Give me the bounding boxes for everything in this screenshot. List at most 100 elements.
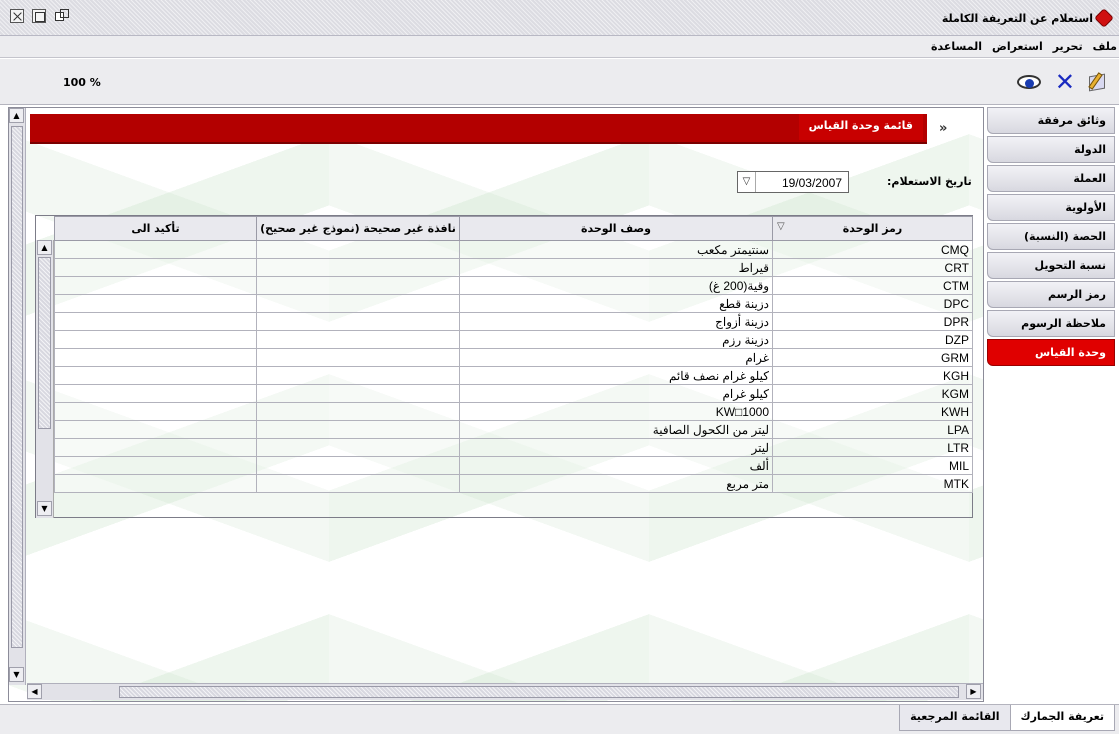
invalid-window-cell[interactable] xyxy=(256,384,460,403)
side-tab-7[interactable]: رمز الرسم xyxy=(987,281,1115,308)
side-tab-1[interactable]: وثائق مرفقة xyxy=(987,107,1115,134)
zoom-level[interactable]: 100 % xyxy=(63,76,101,89)
scroll-left-icon[interactable]: ◀ xyxy=(27,684,42,699)
invalid-window-cell[interactable] xyxy=(256,240,460,259)
sort-icon[interactable]: ▽ xyxy=(777,221,785,232)
confirm-to-cell[interactable] xyxy=(54,366,257,385)
menu-view[interactable]: استعراض xyxy=(992,40,1043,53)
table-row[interactable]: MTK متر مربع xyxy=(54,474,973,493)
confirm-to-cell[interactable] xyxy=(54,348,257,367)
invalid-window-cell[interactable] xyxy=(256,456,460,475)
table-row[interactable]: MIL ألف xyxy=(54,456,973,475)
confirm-to-cell[interactable] xyxy=(54,456,257,475)
unit-description-cell[interactable]: سنتيمتر مكعب xyxy=(459,240,773,259)
invalid-window-cell[interactable] xyxy=(256,420,460,439)
confirm-to-cell[interactable] xyxy=(54,402,257,421)
view-eye-icon[interactable] xyxy=(1015,71,1043,93)
table-row[interactable]: LPA ليتر من الكحول الصافية xyxy=(54,420,973,439)
unit-code-cell[interactable]: GRM xyxy=(772,348,973,367)
confirm-to-cell[interactable] xyxy=(54,384,257,403)
close-window-icon[interactable] xyxy=(10,9,24,23)
unit-description-cell[interactable]: قيراط xyxy=(459,258,773,277)
table-row[interactable]: GRM غرام xyxy=(54,348,973,367)
unit-description-cell[interactable]: وقية(200 غ) xyxy=(459,276,773,295)
confirm-to-cell[interactable] xyxy=(54,420,257,439)
unit-description-cell[interactable]: متر مربع xyxy=(459,474,773,493)
unit-code-cell[interactable]: LPA xyxy=(772,420,973,439)
unit-description-cell[interactable]: كيلو غرام نصف قائم xyxy=(459,366,773,385)
unit-code-cell[interactable]: KGM xyxy=(772,384,973,403)
menu-help[interactable]: المساعدة xyxy=(931,40,982,53)
table-row[interactable]: DZP دزينة رزم xyxy=(54,330,973,349)
menu-edit[interactable]: تحرير xyxy=(1053,40,1083,53)
side-tab-3[interactable]: العملة xyxy=(987,165,1115,192)
collapse-chevron-icon[interactable]: » xyxy=(939,121,947,136)
confirm-to-cell[interactable] xyxy=(54,312,257,331)
table-vertical-scrollbar[interactable]: ▲ ▼ xyxy=(36,240,54,518)
table-vscroll-thumb[interactable] xyxy=(38,257,51,429)
unit-code-cell[interactable]: DZP xyxy=(772,330,973,349)
unit-code-cell[interactable]: MIL xyxy=(772,456,973,475)
main-vscroll-thumb[interactable] xyxy=(11,126,23,648)
menu-file[interactable]: ملف xyxy=(1093,40,1117,53)
column-header-invalid-window[interactable]: نافذة غير صحيحة (نموذج غير صحيح) xyxy=(256,216,460,241)
table-scroll-down-icon[interactable]: ▼ xyxy=(37,501,52,516)
table-row[interactable]: KWH 1000□KW xyxy=(54,402,973,421)
column-header-confirm-to[interactable]: تأكيد الى xyxy=(54,216,257,241)
unit-code-cell[interactable]: DPC xyxy=(772,294,973,313)
main-hscroll-thumb[interactable] xyxy=(119,686,959,698)
unit-description-cell[interactable]: ألف xyxy=(459,456,773,475)
unit-description-cell[interactable]: دزينة رزم xyxy=(459,330,773,349)
unit-code-cell[interactable]: CMQ xyxy=(772,240,973,259)
invalid-window-cell[interactable] xyxy=(256,330,460,349)
date-field[interactable]: ▽ 19/03/2007 xyxy=(737,171,849,193)
unit-code-cell[interactable]: KGH xyxy=(772,366,973,385)
confirm-to-cell[interactable] xyxy=(54,294,257,313)
scroll-right-icon[interactable]: ▶ xyxy=(966,684,981,699)
tab-customs-tariff[interactable]: تعريفة الجمارك xyxy=(1009,705,1115,731)
table-row[interactable]: KGH كيلو غرام نصف قائم xyxy=(54,366,973,385)
main-vertical-scrollbar[interactable]: ▲ ▼ xyxy=(9,108,26,685)
scroll-down-icon[interactable]: ▼ xyxy=(9,667,24,682)
cancel-x-icon[interactable]: ✕ xyxy=(1055,70,1075,94)
unit-code-cell[interactable]: CTM xyxy=(772,276,973,295)
tab-reference-list[interactable]: القائمة المرجعية xyxy=(899,705,1011,731)
invalid-window-cell[interactable] xyxy=(256,366,460,385)
confirm-to-cell[interactable] xyxy=(54,474,257,493)
confirm-to-cell[interactable] xyxy=(54,276,257,295)
invalid-window-cell[interactable] xyxy=(256,294,460,313)
side-tab-5[interactable]: الحصة (النسبة) xyxy=(987,223,1115,250)
column-header-code[interactable]: رمز الوحدة ▽ xyxy=(772,216,973,241)
side-tab-9[interactable]: وحدة القياس xyxy=(987,339,1115,366)
unit-description-cell[interactable]: دزينة أزواج xyxy=(459,312,773,331)
maximize-window-icon[interactable] xyxy=(32,9,46,23)
confirm-to-cell[interactable] xyxy=(54,438,257,457)
restore-window-icon[interactable] xyxy=(54,9,69,23)
table-row[interactable]: LTR ليتر xyxy=(54,438,973,457)
unit-description-cell[interactable]: 1000□KW xyxy=(459,402,773,421)
confirm-to-cell[interactable] xyxy=(54,330,257,349)
invalid-window-cell[interactable] xyxy=(256,348,460,367)
table-row[interactable]: KGM كيلو غرام xyxy=(54,384,973,403)
side-tab-8[interactable]: ملاحظة الرسوم xyxy=(987,310,1115,337)
unit-description-cell[interactable]: ليتر من الكحول الصافية xyxy=(459,420,773,439)
invalid-window-cell[interactable] xyxy=(256,312,460,331)
table-row[interactable]: DPC دزينة قطع xyxy=(54,294,973,313)
side-tab-6[interactable]: نسبة التحويل xyxy=(987,252,1115,279)
unit-code-cell[interactable]: CRT xyxy=(772,258,973,277)
unit-description-cell[interactable]: غرام xyxy=(459,348,773,367)
confirm-to-cell[interactable] xyxy=(54,258,257,277)
invalid-window-cell[interactable] xyxy=(256,438,460,457)
table-scroll-up-icon[interactable]: ▲ xyxy=(37,240,52,255)
unit-description-cell[interactable]: ليتر xyxy=(459,438,773,457)
invalid-window-cell[interactable] xyxy=(256,402,460,421)
unit-code-cell[interactable]: MTK xyxy=(772,474,973,493)
side-tab-4[interactable]: الأولوية xyxy=(987,194,1115,221)
unit-description-cell[interactable]: دزينة قطع xyxy=(459,294,773,313)
invalid-window-cell[interactable] xyxy=(256,474,460,493)
main-horizontal-scrollbar[interactable]: ◀ ▶ xyxy=(27,683,983,700)
invalid-window-cell[interactable] xyxy=(256,276,460,295)
unit-code-cell[interactable]: DPR xyxy=(772,312,973,331)
invalid-window-cell[interactable] xyxy=(256,258,460,277)
scroll-up-icon[interactable]: ▲ xyxy=(9,108,24,123)
